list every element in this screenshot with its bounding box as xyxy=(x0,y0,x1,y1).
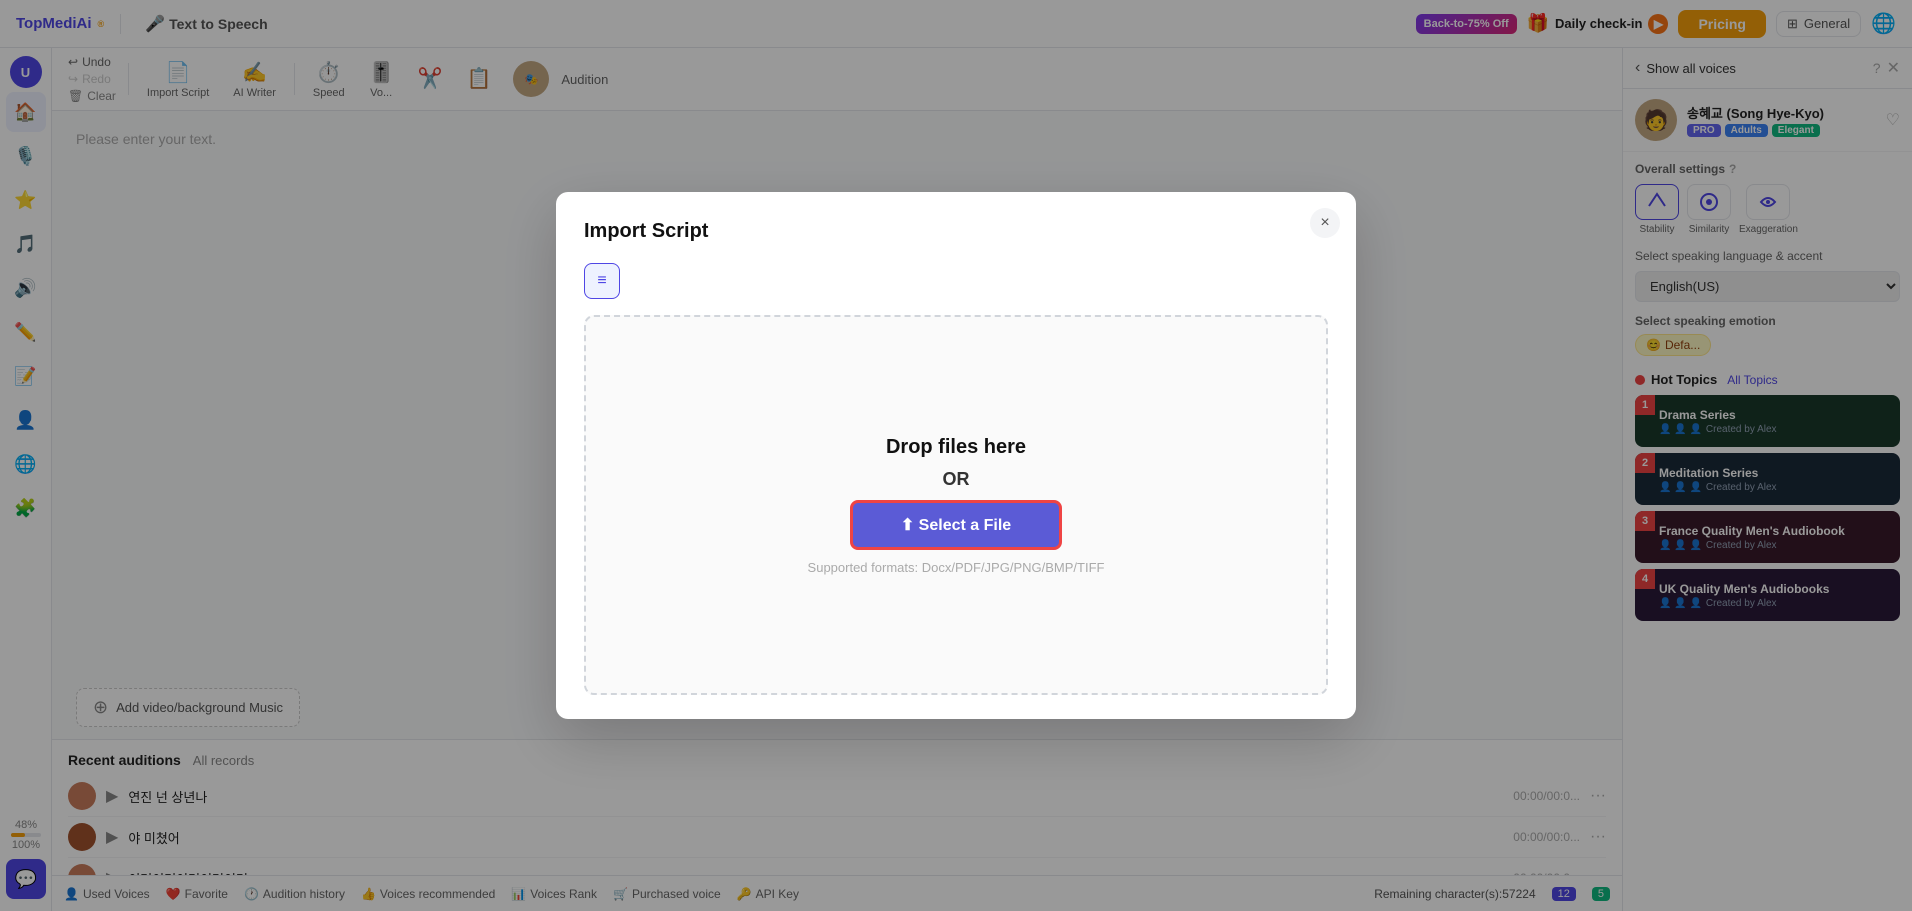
select-file-button[interactable]: ⬆ Select a File xyxy=(850,500,1062,550)
drop-zone[interactable]: Drop files here OR ⬆ Select a File Suppo… xyxy=(584,315,1328,695)
import-script-modal: Import Script × ≡ Drop files here OR ⬆ S… xyxy=(556,192,1356,719)
drop-or: OR xyxy=(943,469,970,490)
modal-backdrop: Import Script × ≡ Drop files here OR ⬆ S… xyxy=(0,0,1912,911)
modal-title: Import Script xyxy=(584,220,1328,243)
import-tabs: ≡ xyxy=(584,263,1328,299)
text-tab[interactable]: ≡ xyxy=(584,263,620,299)
drop-text: Drop files here xyxy=(886,436,1026,459)
supported-formats: Supported formats: Docx/PDF/JPG/PNG/BMP/… xyxy=(808,560,1105,575)
modal-close-button[interactable]: × xyxy=(1310,208,1340,238)
